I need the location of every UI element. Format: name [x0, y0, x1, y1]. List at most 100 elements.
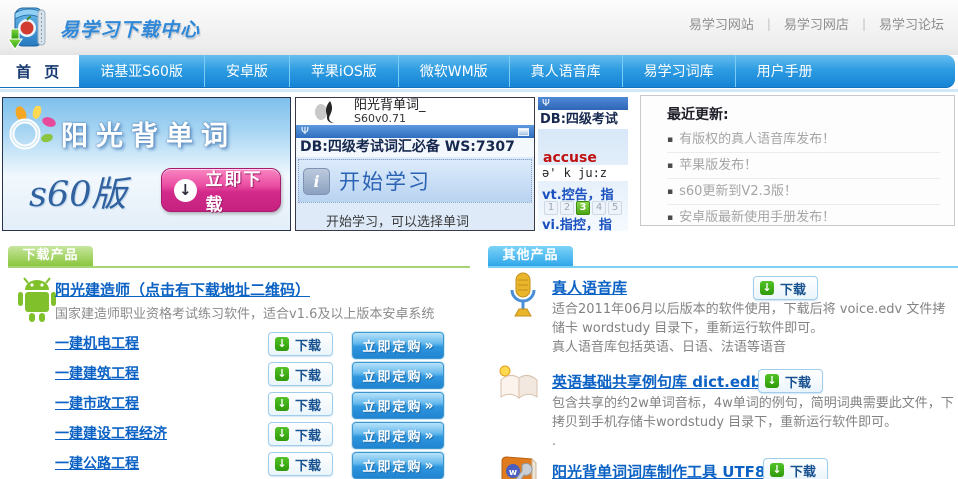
nav-underline	[0, 89, 958, 92]
page-1[interactable]: 1	[544, 201, 558, 215]
download-icon: ↓	[275, 427, 289, 441]
bullet-icon: ▪	[667, 187, 673, 197]
menu-selected-label: 开始学习	[339, 166, 431, 196]
menu-hint-line: 开始学习，可以选择单词	[326, 211, 534, 230]
separator: |	[862, 17, 866, 31]
nav-item-android[interactable]: 安卓版	[204, 55, 289, 87]
update-item: ▪安卓版最新使用手册发布！	[667, 205, 940, 230]
download-icon: ↓	[275, 457, 289, 471]
phone-screenshot-2: Ψ DB:四级考试 accuse ə' k ju:z vt.控告，指 1 2 3…	[538, 97, 628, 231]
bullet-icon: ▪	[667, 161, 673, 171]
download-icon: ↓	[275, 367, 289, 381]
sun-flower-icon	[7, 106, 59, 158]
open-book-icon	[496, 364, 542, 402]
section-tab-others: 其他产品	[488, 246, 573, 266]
banner-edition: s60版	[29, 166, 127, 217]
chevron-right-icon: »	[424, 428, 433, 444]
download-icon: ↓	[770, 463, 784, 477]
status-bar: Ψ	[538, 97, 628, 110]
update-item: ▪有版权的真人语音库发布！	[667, 127, 940, 153]
page-5[interactable]: 5	[608, 201, 622, 215]
nav-item-ios[interactable]: 苹果iOS版	[289, 55, 398, 87]
download-icon: ↓	[275, 397, 289, 411]
app-version: S60v0.71	[354, 113, 426, 125]
word-phonetic: ə' k ju:z	[538, 165, 628, 181]
download-icon: ↓	[275, 337, 289, 351]
page-2[interactable]: 2	[560, 201, 574, 215]
download-button[interactable]: ↓ 下载	[763, 458, 828, 479]
download-button[interactable]: ↓ 下载	[268, 422, 333, 446]
app-logo-icon	[310, 100, 344, 124]
nav-item-home[interactable]: 首 页	[0, 55, 79, 87]
order-now-button[interactable]: 立即定购 »	[352, 422, 444, 449]
download-icon: ↓	[765, 374, 779, 388]
section-underline	[488, 266, 958, 268]
item-link-shizheng[interactable]: 一建市政工程	[55, 396, 139, 412]
sentence-lib-title: 英语基础共享例句库 dict.edb	[552, 371, 762, 392]
download-button[interactable]: ↓ 下载	[268, 392, 333, 416]
chevron-right-icon: »	[424, 398, 433, 414]
voice-lib-link[interactable]: 真人语音库	[552, 279, 627, 297]
top-link-shop[interactable]: 易学习网店	[784, 14, 849, 33]
pagination: 1 2 3 4 5	[544, 201, 622, 215]
nav-item-nokia-s60[interactable]: 诺基亚S60版	[79, 55, 204, 87]
item-link-jingji[interactable]: 一建建设工程经济	[55, 426, 167, 442]
item-link-jidian[interactable]: 一建机电工程	[55, 336, 139, 352]
top-link-website[interactable]: 易学习网站	[689, 14, 754, 33]
section-tab-downloads: 下载产品	[8, 246, 93, 266]
download-button[interactable]: ↓ 下载	[268, 362, 333, 386]
word-meaning-vi: vi.指控，指	[542, 214, 612, 231]
product-desc: 国家建造师职业资格考试练习软件，适合v1.6及以上版本安卓系统	[55, 303, 434, 322]
product-title: 阳光建造师（点击有下载地址二维码）	[55, 279, 310, 300]
antenna-icon: Ψ	[542, 98, 550, 109]
info-icon: i	[303, 168, 330, 195]
dict-tool-title: 阳光背单词词库制作工具 UTF8	[552, 461, 765, 479]
section-underline	[8, 266, 470, 268]
order-now-button[interactable]: 立即定购 »	[352, 362, 444, 389]
download-button[interactable]: ↓ 下载	[758, 369, 823, 393]
status-bar: Ψ	[296, 125, 534, 138]
site-title: 易学习下载中心	[60, 15, 200, 42]
banner-download-button[interactable]: ↓ 立即下载	[161, 168, 281, 212]
update-item: ▪s60更新到V2.3版！	[667, 179, 940, 205]
svg-text:w: w	[509, 468, 517, 478]
toolbook-icon: w	[498, 455, 540, 479]
chevron-right-icon: »	[424, 368, 433, 384]
header: 易学习下载中心 易学习网站 | 易学习网店 | 易学习论坛	[0, 0, 958, 55]
order-now-button[interactable]: 立即定购 »	[352, 392, 444, 419]
bullet-icon: ▪	[667, 135, 673, 145]
nav-item-dict-lib[interactable]: 易学习词库	[622, 55, 735, 87]
order-now-button[interactable]: 立即定购 »	[352, 332, 444, 359]
nav-item-manual[interactable]: 用户手册	[735, 55, 834, 87]
voice-lib-desc: 适合2011年06月以后版本的软件使用，下载后将 voice.edv 文件拷 储…	[552, 300, 945, 357]
app-name: 阳光背单词_	[354, 99, 426, 113]
download-button[interactable]: ↓ 下载	[268, 332, 333, 356]
order-now-button[interactable]: 立即定购 »	[352, 452, 444, 479]
page-3-active[interactable]: 3	[576, 201, 590, 215]
db-info-line: DB:四级考试词汇必备 WS:7307	[296, 138, 534, 157]
download-row: 一建建设工程经济 ↓ 下载 立即定购 »	[55, 422, 455, 448]
download-button[interactable]: ↓ 下载	[753, 276, 818, 300]
download-row: 一建建筑工程 ↓ 下载 立即定购 »	[55, 362, 455, 388]
download-icon: ↓	[760, 281, 774, 295]
recent-updates-box: 最近更新: ▪有版权的真人语音库发布！ ▪苹果版发布！ ▪s60更新到V2.3版…	[640, 95, 955, 226]
builder-app-link[interactable]: 阳光建造师（点击有下载地址二维码）	[55, 281, 310, 299]
antenna-icon: Ψ	[301, 126, 309, 137]
sentence-lib-link[interactable]: 英语基础共享例句库 dict.edb	[552, 373, 762, 391]
menu-selected-row: i 开始学习	[298, 159, 532, 203]
nav-item-wm[interactable]: 微软WM版	[398, 55, 509, 87]
download-row: 一建机电工程 ↓ 下载 立即定购 »	[55, 332, 455, 358]
download-row: 一建公路工程 ↓ 下载 立即定购 »	[55, 452, 455, 478]
page-4[interactable]: 4	[592, 201, 606, 215]
recent-updates-title: 最近更新:	[667, 104, 940, 124]
item-link-gonglu[interactable]: 一建公路工程	[55, 456, 139, 472]
promo-banner: 阳光背单词 s60版 ↓ 立即下载	[2, 97, 291, 231]
voice-lib-title: 真人语音库	[552, 277, 627, 298]
bullet-icon: ▪	[667, 213, 673, 223]
dict-tool-link[interactable]: 阳光背单词词库制作工具 UTF8	[552, 463, 765, 479]
download-button[interactable]: ↓ 下载	[268, 452, 333, 476]
nav-item-voice-lib[interactable]: 真人语音库	[509, 55, 622, 87]
top-link-forum[interactable]: 易学习论坛	[879, 14, 944, 33]
update-item: ▪苹果版发布！	[667, 153, 940, 179]
item-link-jianzhu[interactable]: 一建建筑工程	[55, 366, 139, 382]
